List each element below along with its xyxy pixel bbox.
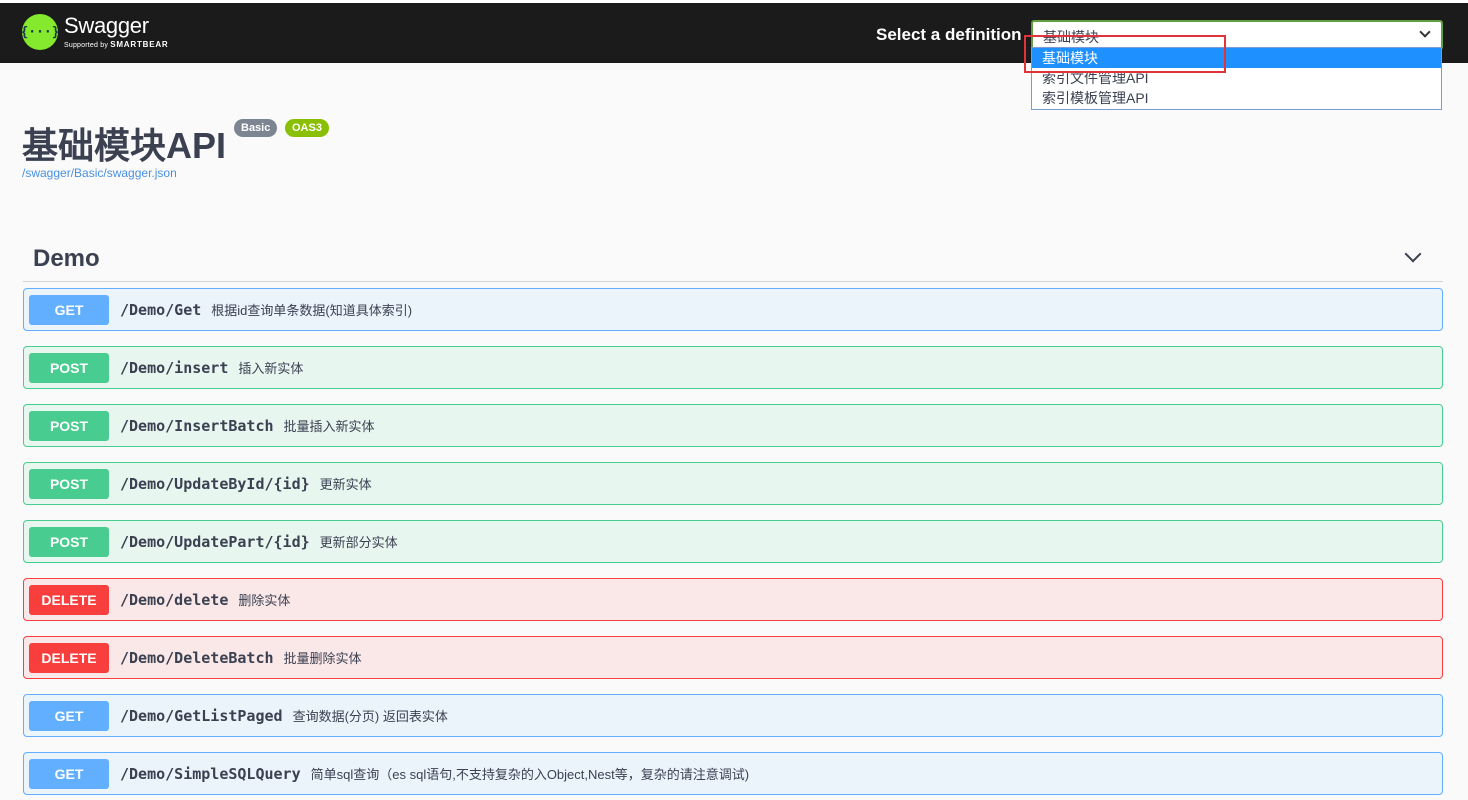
definition-option[interactable]: 索引模板管理API — [1032, 88, 1441, 108]
spec-json-link[interactable]: /swagger/Basic/swagger.json — [22, 166, 177, 180]
logo-subtitle: Supported by SMARTBEAR — [64, 40, 169, 49]
operation-row[interactable]: POST/Demo/UpdatePart/{id} 更新部分实体 — [23, 520, 1443, 563]
operation-path: /Demo/Get — [120, 300, 202, 319]
operation-row[interactable]: DELETE/Demo/DeleteBatch 批量删除实体 — [23, 636, 1443, 679]
operation-path: /Demo/GetListPaged — [120, 706, 283, 725]
version-badge: Basic — [234, 119, 278, 137]
swagger-logo-icon: {···} — [20, 14, 60, 50]
operation-summary: 批量插入新实体 — [283, 419, 375, 434]
operation-path: /Demo/SimpleSQLQuery — [120, 764, 301, 783]
operation-row[interactable]: POST/Demo/UpdateById/{id} 更新实体 — [23, 462, 1443, 505]
chevron-down-icon[interactable] — [1404, 245, 1422, 263]
operation-path: /Demo/InsertBatch — [120, 416, 274, 435]
operation-row[interactable]: POST/Demo/InsertBatch 批量插入新实体 — [23, 404, 1443, 447]
method-badge: GET — [29, 294, 109, 325]
method-badge: GET — [29, 758, 109, 789]
operation-summary: 根据id查询单条数据(知道具体索引) — [211, 303, 413, 318]
method-badge: POST — [29, 410, 109, 441]
operation-summary: 查询数据(分页) 返回表实体 — [292, 709, 448, 724]
operation-row[interactable]: GET/Demo/Get 根据id查询单条数据(知道具体索引) — [23, 288, 1443, 331]
method-badge: GET — [29, 700, 109, 731]
select-definition-label: Select a definition — [876, 25, 1022, 44]
operation-row[interactable]: GET/Demo/GetListPaged 查询数据(分页) 返回表实体 — [23, 694, 1443, 737]
logo-sub-brand: SMARTBEAR — [110, 40, 169, 49]
operation-path: /Demo/delete — [120, 590, 229, 609]
operation-path: /Demo/UpdateById/{id} — [120, 474, 310, 493]
method-badge: DELETE — [29, 584, 109, 615]
logo-sub-prefix: Supported by — [64, 42, 109, 49]
definition-select[interactable]: 基础模块 — [1031, 20, 1443, 50]
operation-row[interactable]: POST/Demo/insert 插入新实体 — [23, 346, 1443, 389]
definition-dropdown: 基础模块 索引文件管理API 索引模板管理API — [1031, 47, 1442, 110]
operation-path: /Demo/insert — [120, 358, 229, 377]
operation-path: /Demo/UpdatePart/{id} — [120, 532, 310, 551]
oas-badge: OAS3 — [285, 119, 329, 137]
logo-text: Swagger Supported by SMARTBEAR — [64, 13, 169, 50]
operation-summary: 批量删除实体 — [283, 651, 362, 666]
definition-option[interactable]: 基础模块 — [1032, 48, 1441, 68]
operation-row[interactable]: DELETE/Demo/delete 删除实体 — [23, 578, 1443, 621]
method-badge: POST — [29, 526, 109, 557]
method-badge: POST — [29, 468, 109, 499]
chevron-down-icon — [1419, 26, 1431, 38]
tag-name: Demo — [33, 245, 100, 272]
tag-section-demo[interactable]: Demo — [23, 238, 1443, 282]
method-badge: DELETE — [29, 642, 109, 673]
operation-path: /Demo/DeleteBatch — [120, 648, 274, 667]
operation-summary: 删除实体 — [238, 593, 291, 608]
operation-summary: 简单sql查询（es sql语句,不支持复杂的入Object,Nest等，复杂的… — [310, 767, 750, 782]
method-badge: POST — [29, 352, 109, 383]
operation-summary: 更新部分实体 — [319, 535, 398, 550]
definition-option[interactable]: 索引文件管理API — [1032, 68, 1441, 88]
page-title: 基础模块API — [22, 125, 227, 166]
definition-select-value: 基础模块 — [1043, 29, 1099, 45]
operation-summary: 插入新实体 — [238, 361, 304, 376]
operation-row[interactable]: GET/Demo/SimpleSQLQuery 简单sql查询（es sql语句,… — [23, 752, 1443, 795]
operation-summary: 更新实体 — [319, 477, 372, 492]
logo-name: Swagger — [64, 13, 149, 38]
swagger-logo[interactable]: {···} Swagger Supported by SMARTBEAR — [20, 13, 169, 50]
